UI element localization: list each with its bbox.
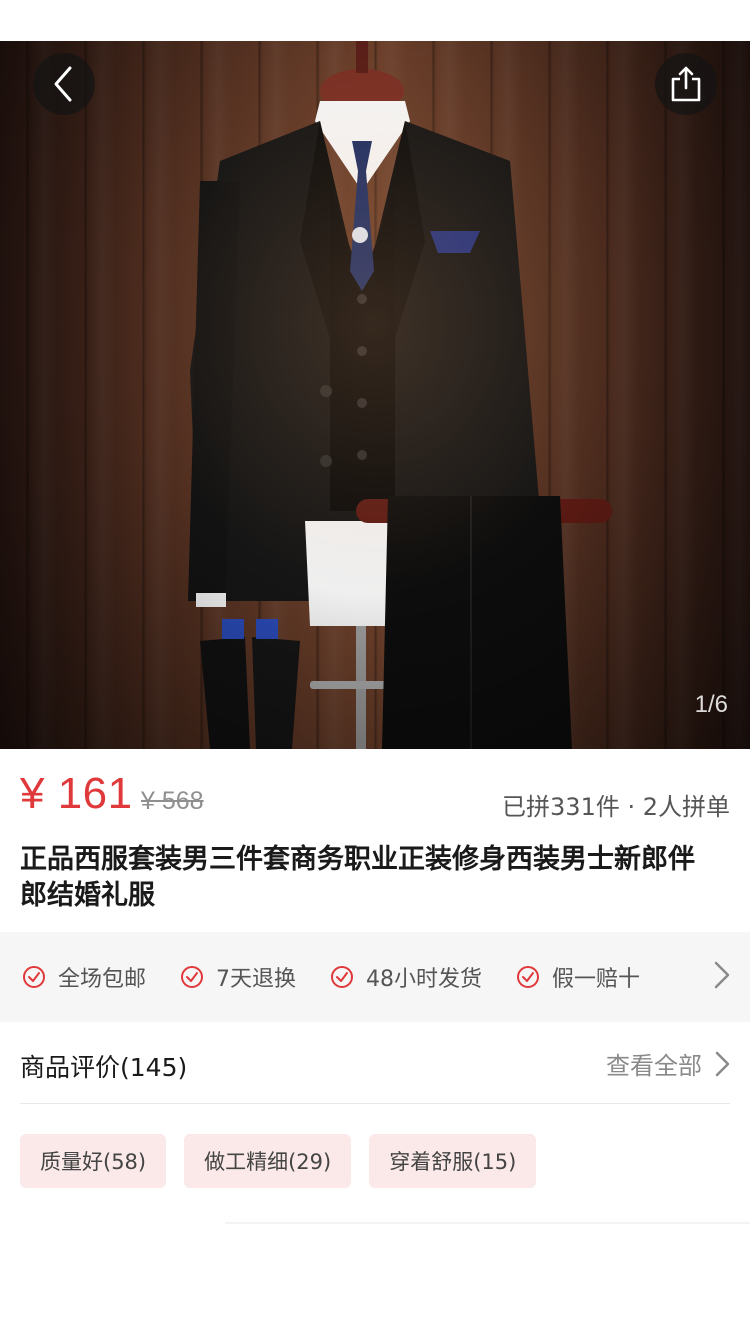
check-circle-icon xyxy=(331,966,354,988)
service-label: 全场包邮 xyxy=(58,967,147,992)
service-label: 假一赔十 xyxy=(552,967,641,992)
service-item-free-shipping: 全场包邮 xyxy=(22,961,146,993)
review-tag[interactable]: 质量好(58) xyxy=(20,1134,167,1188)
check-circle-icon xyxy=(181,966,204,988)
check-circle-icon xyxy=(23,966,45,988)
reviews-header: 商品评价(145) 查看全部 xyxy=(0,1022,750,1104)
chevron-right-icon xyxy=(715,1051,730,1076)
share-icon xyxy=(671,66,701,102)
back-button[interactable] xyxy=(33,53,95,115)
service-label: 48小时发货 xyxy=(366,967,483,992)
original-price: ¥ 568 xyxy=(141,787,204,815)
image-counter: 1/6 xyxy=(694,691,728,718)
divider xyxy=(225,1222,750,1224)
share-button[interactable] xyxy=(655,53,717,115)
reviews-title: 商品评价(145) xyxy=(20,1053,188,1082)
service-item-7-day-return: 7天退换 xyxy=(180,961,296,993)
service-guarantees-bar[interactable]: 全场包邮 7天退换 48小时发货 假一赔十 xyxy=(0,932,750,1022)
chevron-right-icon[interactable] xyxy=(712,960,732,990)
service-label: 7天退换 xyxy=(216,967,297,992)
image-vignette xyxy=(0,41,750,749)
service-item-fake-compensation: 假一赔十 xyxy=(516,961,640,993)
chevron-left-icon xyxy=(54,66,72,102)
review-tags: 质量好(58) 做工精细(29) 穿着舒服(15) xyxy=(20,1134,554,1188)
group-buy-info: 已拼331件 · 2人拼单 xyxy=(502,793,730,821)
product-image-gallery[interactable]: 1/6 xyxy=(0,41,750,749)
view-all-label: 查看全部 xyxy=(606,1052,702,1080)
check-circle-icon xyxy=(517,966,540,988)
current-price: ¥ 161 xyxy=(20,769,133,818)
product-title: 正品西服套装男三件套商务职业正装修身西装男士新郎伴郎结婚礼服 xyxy=(20,844,695,911)
price-row: ¥ 161 ¥ 568 已拼331件 · 2人拼单 xyxy=(0,749,750,839)
content-area xyxy=(0,1212,750,1334)
divider xyxy=(20,1103,730,1104)
service-item-48h-delivery: 48小时发货 xyxy=(330,961,482,993)
status-bar-area xyxy=(0,0,750,41)
review-tag[interactable]: 穿着舒服(15) xyxy=(369,1134,537,1188)
view-all-reviews-link[interactable]: 查看全部 xyxy=(606,1046,732,1081)
review-tag[interactable]: 做工精细(29) xyxy=(184,1134,352,1188)
